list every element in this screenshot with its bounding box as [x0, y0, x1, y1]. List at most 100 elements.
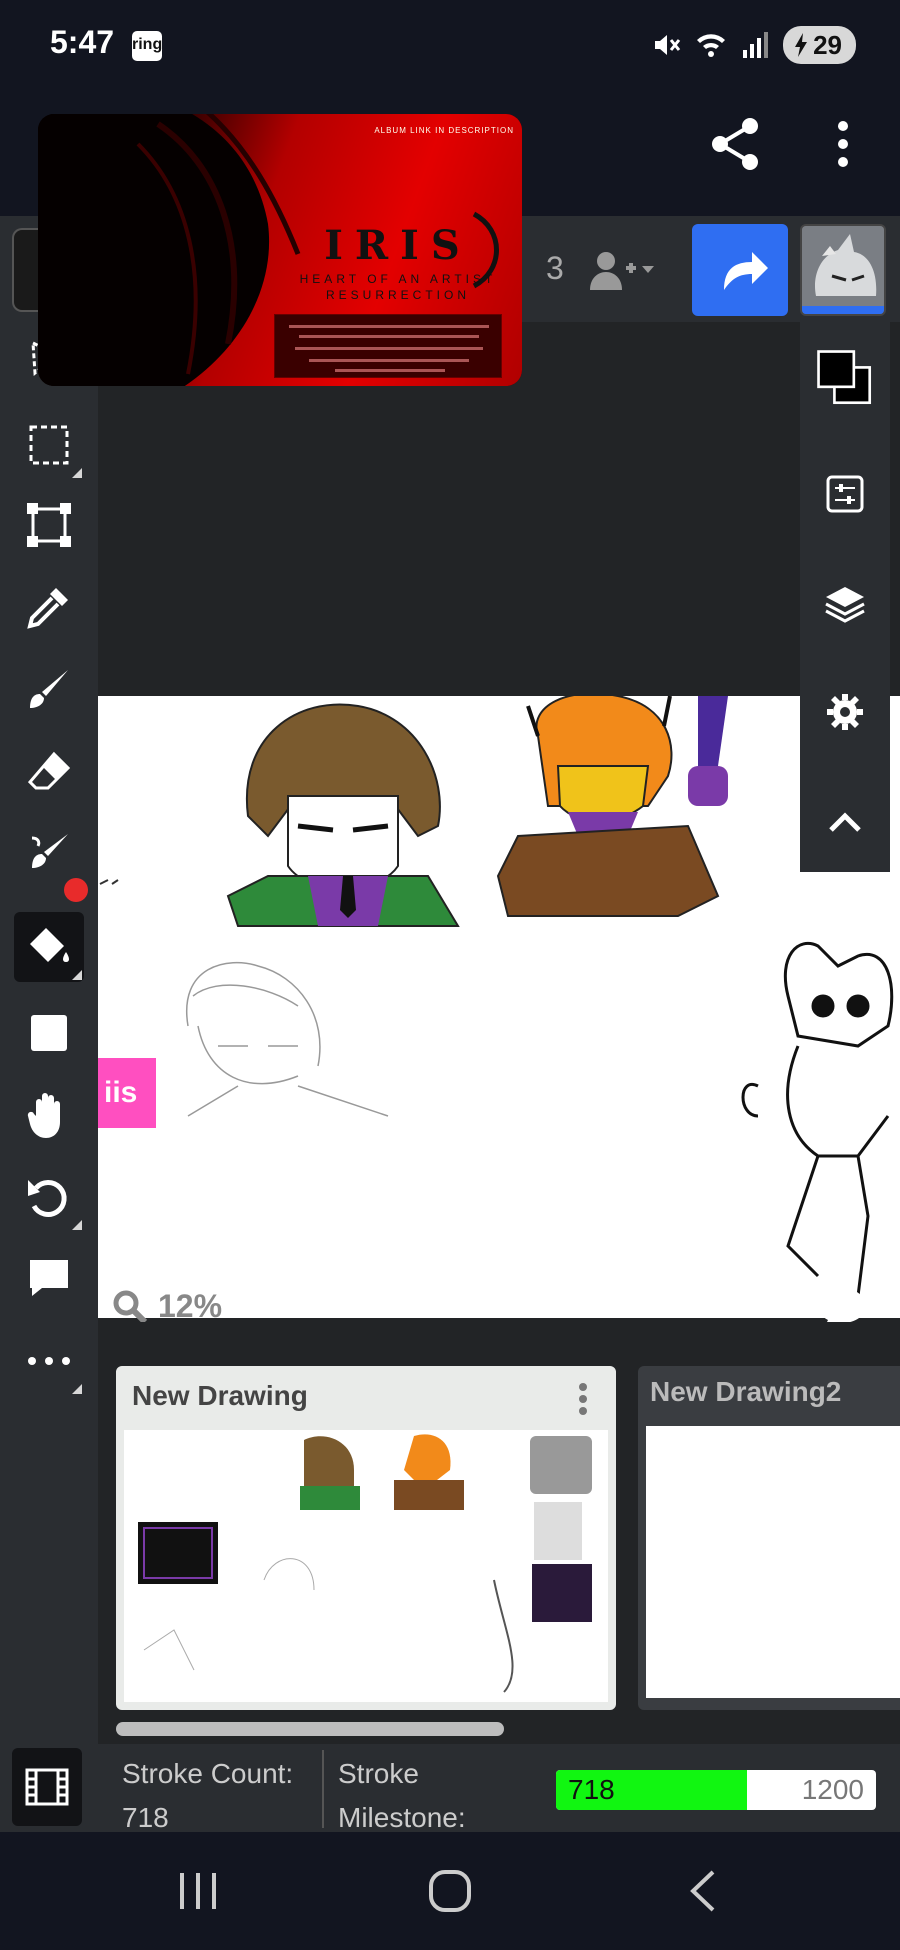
tool-fill[interactable] [14, 912, 84, 982]
character-sketch-2 [496, 696, 728, 917]
signal-icon [743, 32, 769, 58]
tool-eyedropper[interactable] [14, 572, 84, 642]
settings-icon [827, 694, 863, 730]
line-art-character [741, 942, 894, 1297]
eraser-icon [27, 751, 71, 790]
right-panel [800, 322, 890, 872]
tool-options-corner [72, 1220, 82, 1230]
tab-menu-button[interactable] [576, 1382, 590, 1416]
recent-apps-button[interactable] [168, 1864, 228, 1918]
tool-brush[interactable] [14, 654, 84, 724]
milestone-progress-bar: 718 1200 [556, 1770, 876, 1810]
stroke-stats-bar: Stroke Count: 718 Stroke Milestone: 718 … [0, 1744, 900, 1833]
tool-options-corner [72, 970, 82, 980]
shape-square-icon [31, 1015, 67, 1051]
adjustments-icon [826, 475, 864, 513]
tool-hand[interactable] [14, 1080, 84, 1150]
character-sketch-1 [226, 703, 460, 927]
share-icon [712, 118, 758, 170]
tool-more[interactable] [14, 1326, 84, 1396]
zoom-search-icon [113, 1290, 148, 1324]
progress-value: 718 [568, 1774, 615, 1805]
tool-options-corner [72, 468, 82, 478]
document-tab-new-drawing[interactable]: New Drawing [116, 1366, 616, 1710]
collapse-icon [829, 812, 861, 832]
layers-icon [825, 587, 865, 623]
battery-charging-icon [795, 33, 808, 57]
ring-app-icon: ring [132, 31, 162, 61]
rhino-avatar [802, 226, 884, 310]
milestone-label-line1: Stroke [338, 1758, 419, 1789]
share-button[interactable] [706, 114, 766, 174]
more-options-button[interactable] [830, 114, 856, 174]
stroke-milestone: Stroke Milestone: [338, 1752, 466, 1840]
canvas-viewport[interactable]: iis 12% [98, 322, 900, 1328]
album-tracklist-box [274, 314, 502, 378]
small-scribble [99, 879, 119, 885]
tab-title: New Drawing [132, 1380, 308, 1411]
back-button[interactable] [672, 1864, 732, 1918]
home-icon [429, 1870, 471, 1912]
stroke-count-label: Stroke Count: [122, 1758, 294, 1789]
tab-title: New Drawing2 [650, 1376, 842, 1407]
add-user-icon [590, 252, 654, 290]
color-swatch-icon [817, 350, 872, 405]
settings-button[interactable] [815, 682, 875, 742]
tabs-scrollbar[interactable] [116, 1722, 504, 1736]
document-tab-new-drawing2[interactable]: New Drawing2 [638, 1366, 900, 1710]
tool-shape[interactable] [14, 998, 84, 1068]
share-canvas-button[interactable] [692, 224, 788, 316]
thumbnail-artwork [138, 1434, 592, 1693]
zoom-indicator[interactable]: 12% [112, 1288, 222, 1325]
document-tabs: New Drawing New Drawing2 [98, 1322, 900, 1744]
mute-icon [655, 35, 681, 55]
stroke-count: Stroke Count: 718 [122, 1752, 293, 1840]
user-avatar-button[interactable] [800, 224, 886, 316]
adjustments-button[interactable] [815, 464, 875, 524]
battery-level: 29 [813, 29, 842, 60]
album-preview-card[interactable]: ALBUM LINK IN DESCRIPTION IRIS HEART OF … [38, 114, 522, 386]
layers-button[interactable] [815, 574, 875, 634]
tool-transform[interactable] [14, 490, 84, 560]
divider [322, 1750, 324, 1828]
tool-undo[interactable] [14, 1162, 84, 1232]
marquee-select-icon [29, 425, 69, 465]
drawing-canvas[interactable]: iis [98, 696, 900, 1318]
more-vertical-icon [838, 121, 848, 167]
color-picker-button[interactable] [815, 348, 875, 408]
wifi-icon [697, 34, 726, 57]
canvas-artwork [99, 696, 894, 1297]
tool-marquee[interactable] [14, 410, 84, 480]
add-user-button[interactable] [586, 248, 658, 292]
undo-icon [28, 1179, 67, 1217]
tool-chat[interactable] [14, 1244, 84, 1314]
system-nav-bar [0, 1832, 900, 1950]
brush-icon [30, 670, 68, 708]
status-clock: 5:47 [50, 24, 115, 60]
tab-thumbnail [124, 1430, 608, 1702]
tab-thumbnail [646, 1426, 900, 1698]
timelapse-button[interactable] [12, 1748, 82, 1826]
collaborator-count: 3 [546, 250, 564, 286]
album-tracklist-lines [289, 325, 489, 372]
tool-sidebar [0, 322, 98, 1744]
status-bar: 5:47 ring 29 [0, 0, 900, 92]
smudge-brush-icon [31, 834, 68, 868]
album-subtitle-2: RESURRECTION [325, 288, 470, 302]
back-icon [690, 1870, 715, 1912]
recent-apps-icon [180, 1873, 216, 1909]
tool-options-corner [72, 1384, 82, 1394]
more-vertical-icon [579, 1383, 587, 1415]
progress-max: 1200 [801, 1774, 864, 1805]
tool-eraser[interactable] [14, 736, 84, 806]
album-subtitle-1: HEART OF AN ARTIST [299, 272, 497, 286]
battery-indicator: 29 [783, 26, 856, 64]
film-icon [25, 1768, 69, 1806]
home-button[interactable] [420, 1864, 480, 1918]
fill-bucket-icon [30, 928, 69, 962]
notification-dot [64, 878, 88, 902]
pencil-sketch [185, 961, 389, 1117]
pink-text-label: iis [98, 1058, 156, 1128]
hand-pan-icon [27, 1093, 60, 1138]
collapse-panel-button[interactable] [815, 792, 875, 852]
